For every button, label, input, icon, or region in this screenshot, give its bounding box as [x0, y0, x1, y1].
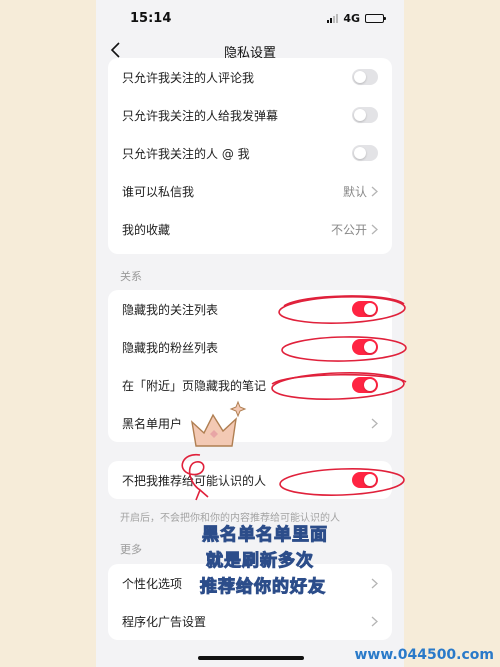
status-icons: 4G — [327, 11, 386, 25]
status-bar: 15:14 4G — [96, 0, 404, 36]
row-no-recommend[interactable]: 不把我推荐给可能认识的人 — [108, 461, 392, 499]
home-indicator — [198, 656, 304, 660]
settings-card-recommend: 不把我推荐给可能认识的人 — [108, 461, 392, 499]
handwritten-note-line1: 黑名单名单里面 — [202, 525, 328, 546]
toggle-switch[interactable] — [352, 377, 378, 393]
row-label: 个性化选项 — [122, 576, 183, 591]
toggle-switch[interactable] — [352, 107, 378, 123]
row-hide-nearby-notes[interactable]: 在「附近」页隐藏我的笔记 — [108, 366, 392, 404]
toggle-switch[interactable] — [352, 301, 378, 317]
toggle-switch[interactable] — [352, 339, 378, 355]
row-comment-permission[interactable]: 只允许我关注的人评论我 — [108, 58, 392, 96]
row-label: 我的收藏 — [122, 222, 171, 237]
toggle-switch[interactable] — [352, 145, 378, 161]
chevron-right-icon — [371, 616, 378, 626]
chevron-right-icon — [371, 224, 378, 234]
row-label: 只允许我关注的人给我发弹幕 — [122, 108, 279, 123]
row-value: 默认 — [342, 184, 367, 199]
settings-card-top: 只允许我关注的人评论我 只允许我关注的人给我发弹幕 只允许我关注的人 @ 我 谁… — [108, 58, 392, 254]
row-label: 只允许我关注的人 @ 我 — [122, 146, 250, 161]
row-label: 在「附近」页隐藏我的笔记 — [122, 378, 267, 393]
signal-icon — [327, 13, 339, 23]
chevron-right-icon — [371, 186, 378, 196]
network-label: 4G — [343, 11, 360, 25]
battery-icon — [365, 13, 386, 23]
chevron-right-icon — [371, 418, 378, 428]
handwritten-note-line2: 就是刷新多次 — [206, 551, 314, 572]
row-mention-permission[interactable]: 只允许我关注的人 @ 我 — [108, 134, 392, 172]
status-time: 15:14 — [130, 10, 172, 26]
row-label: 谁可以私信我 — [122, 184, 195, 199]
settings-card-relations: 隐藏我的关注列表 隐藏我的粉丝列表 在「附近」页隐藏我的笔记 黑名单用户 — [108, 290, 392, 442]
section-label-relations: 关系 — [120, 270, 142, 283]
row-my-favorites[interactable]: 我的收藏 不公开 — [108, 210, 392, 248]
row-label: 隐藏我的粉丝列表 — [122, 340, 219, 355]
handwritten-note-line3: 推荐给你的好友 — [200, 577, 326, 598]
toggle-switch[interactable] — [352, 472, 378, 488]
row-hide-followers[interactable]: 隐藏我的粉丝列表 — [108, 328, 392, 366]
chevron-right-icon — [371, 578, 378, 588]
row-ad-settings[interactable]: 程序化广告设置 — [108, 602, 392, 640]
row-hide-following[interactable]: 隐藏我的关注列表 — [108, 290, 392, 328]
row-label: 黑名单用户 — [122, 416, 183, 431]
watermark: www.044500.com — [354, 647, 495, 663]
section-label-more: 更多 — [120, 543, 142, 556]
row-private-message[interactable]: 谁可以私信我 默认 — [108, 172, 392, 210]
toggle-switch[interactable] — [352, 69, 378, 85]
row-blacklist[interactable]: 黑名单用户 — [108, 404, 392, 442]
row-label: 隐藏我的关注列表 — [122, 302, 219, 317]
row-label: 只允许我关注的人评论我 — [122, 70, 255, 85]
row-danmaku-permission[interactable]: 只允许我关注的人给我发弹幕 — [108, 96, 392, 134]
row-label: 不把我推荐给可能认识的人 — [122, 473, 267, 488]
row-label: 程序化广告设置 — [122, 614, 207, 629]
row-value: 不公开 — [330, 222, 367, 237]
